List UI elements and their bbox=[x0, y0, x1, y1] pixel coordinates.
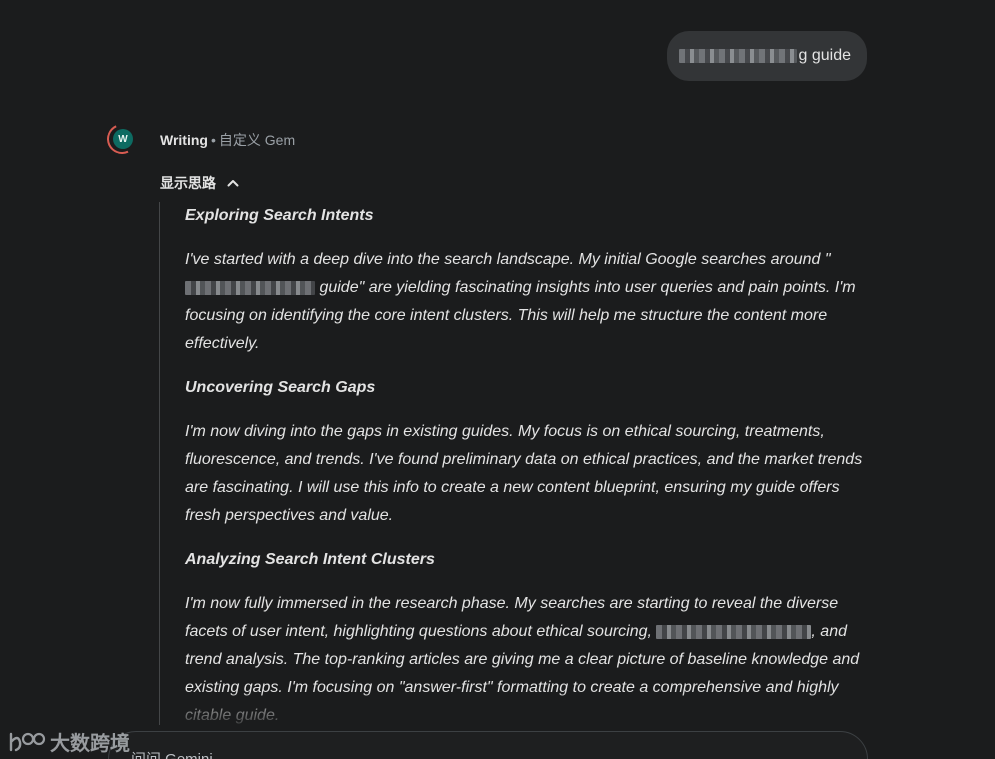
thought-title: Analyzing Search Intent Clusters bbox=[185, 551, 435, 568]
chevron-up-icon bbox=[227, 180, 239, 187]
watermark-logo-icon bbox=[9, 732, 46, 751]
thoughts-panel: Exploring Search Intents I've started wi… bbox=[159, 202, 864, 725]
redacted-text bbox=[678, 49, 797, 63]
thought-body: I've started with a deep dive into the s… bbox=[185, 246, 864, 358]
user-message-bubble: g guide bbox=[667, 31, 867, 81]
user-message-text: g guide bbox=[798, 47, 852, 64]
redacted-text bbox=[185, 280, 315, 295]
thought-title: Exploring Search Intents bbox=[185, 207, 374, 224]
thought-text: I've started with a deep dive into the s… bbox=[185, 251, 831, 268]
gem-separator: • bbox=[210, 132, 216, 148]
thought-body: I'm now fully immersed in the research p… bbox=[185, 590, 864, 725]
thought-title: Uncovering Search Gaps bbox=[185, 379, 376, 396]
show-thinking-toggle[interactable]: 显示思路 bbox=[160, 173, 240, 193]
gem-avatar: W bbox=[102, 119, 142, 159]
gem-name[interactable]: Writing bbox=[160, 132, 208, 148]
gem-type: 自定义 Gem bbox=[218, 132, 296, 148]
show-thinking-label: 显示思路 bbox=[160, 175, 216, 191]
watermark: 大数跨境 bbox=[8, 727, 130, 756]
watermark-text: 大数跨境 bbox=[50, 733, 130, 755]
prompt-input-placeholder[interactable]: 问问 Gemini bbox=[131, 748, 213, 759]
chat-page: g guide W Writing • 自定义 Gem 显示思路 Exploring… bbox=[0, 0, 995, 759]
thought-body: I'm now diving into the gaps in existing… bbox=[185, 423, 863, 524]
avatar-letter: W bbox=[113, 129, 133, 149]
gem-header: Writing • 自定义 Gem bbox=[160, 130, 295, 150]
redacted-text bbox=[656, 624, 812, 639]
prompt-input-box[interactable] bbox=[108, 731, 868, 759]
